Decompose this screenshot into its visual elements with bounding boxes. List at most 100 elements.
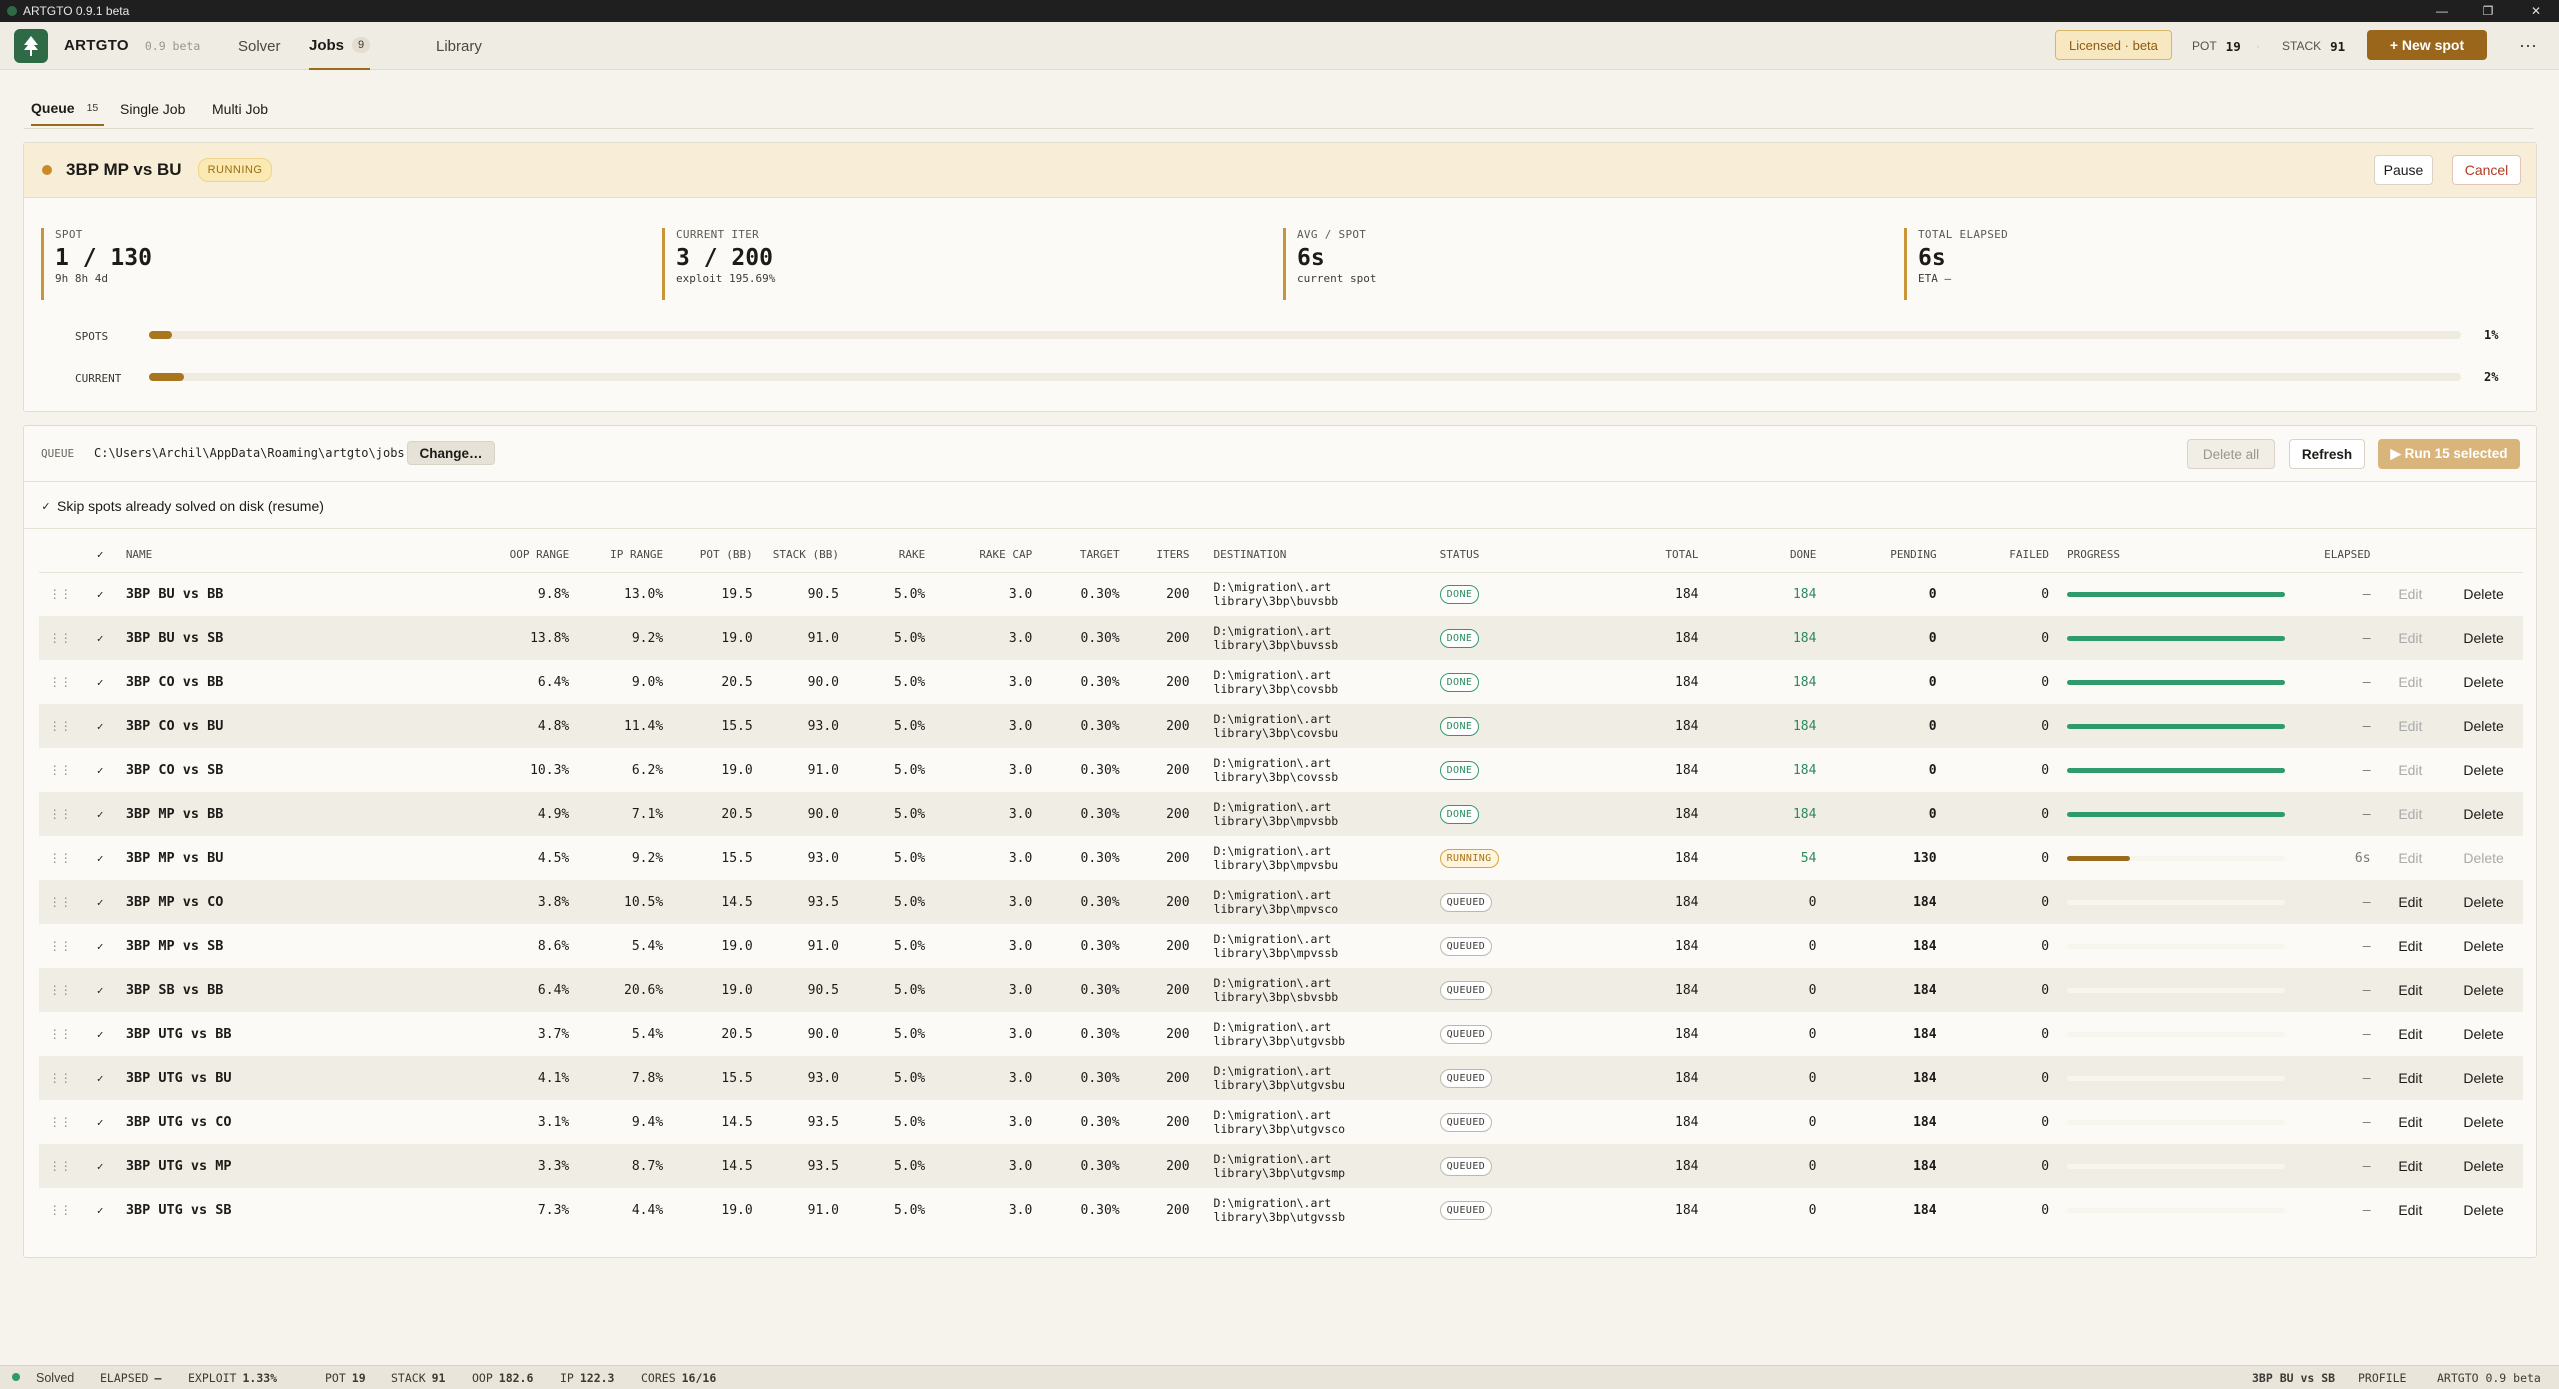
edit-button[interactable]: Edit xyxy=(2376,792,2445,836)
row-checkbox[interactable]: ✓ xyxy=(94,808,106,821)
row-checkbox[interactable]: ✓ xyxy=(94,896,106,909)
row-checkbox[interactable]: ✓ xyxy=(94,588,106,601)
delete-button[interactable]: Delete xyxy=(2444,660,2523,704)
table-row[interactable]: ⋮⋮ ✓ 3BP MP vs CO 3.8% 10.5% 14.5 93.5 5.0% 3.0 0… xyxy=(39,880,2523,924)
column-header[interactable]: IP RANGE xyxy=(575,538,670,573)
table-row[interactable]: ⋮⋮ ✓ 3BP MP vs BU 4.5% 9.2% 15.5 93.0 5.0% 3.0 0.… xyxy=(39,836,2523,880)
delete-button[interactable]: Delete xyxy=(2444,1012,2523,1056)
nav-tab-solver[interactable]: Solver xyxy=(238,22,281,70)
column-header[interactable]: TOTAL xyxy=(1630,538,1705,573)
edit-button[interactable]: Edit xyxy=(2376,704,2445,748)
edit-button[interactable]: Edit xyxy=(2376,616,2445,660)
row-checkbox[interactable]: ✓ xyxy=(94,1072,106,1085)
delete-button[interactable]: Delete xyxy=(2444,1188,2523,1232)
column-header[interactable]: POT (BB) xyxy=(669,538,759,573)
drag-handle-icon[interactable]: ⋮⋮ xyxy=(49,895,72,909)
column-header[interactable]: PENDING xyxy=(1822,538,1943,573)
cancel-button[interactable]: Cancel xyxy=(2452,155,2521,185)
drag-handle-icon[interactable]: ⋮⋮ xyxy=(49,1071,72,1085)
table-row[interactable]: ⋮⋮ ✓ 3BP UTG vs BB 3.7% 5.4% 20.5 90.0 5.0% 3.0 0… xyxy=(39,1012,2523,1056)
row-checkbox[interactable]: ✓ xyxy=(94,764,106,777)
checkbox-icon[interactable]: ✓ xyxy=(40,500,52,513)
table-row[interactable]: ⋮⋮ ✓ 3BP SB vs BB 6.4% 20.6% 19.0 90.5 5.0% 3.0 0… xyxy=(39,968,2523,1012)
column-header[interactable]: PROGRESS xyxy=(2055,538,2313,573)
row-checkbox[interactable]: ✓ xyxy=(94,676,106,689)
minimize-icon[interactable]: — xyxy=(2419,0,2465,22)
new-spot-button[interactable]: + New spot xyxy=(2367,30,2487,60)
column-header[interactable]: DONE xyxy=(1704,538,1823,573)
change-path-button[interactable]: Change… xyxy=(407,441,495,465)
table-row[interactable]: ⋮⋮ ✓ 3BP MP vs SB 8.6% 5.4% 19.0 91.0 5.0% 3.0 0.… xyxy=(39,924,2523,968)
select-all-checkbox[interactable]: ✓ xyxy=(80,538,120,573)
column-header[interactable]: STATUS xyxy=(1433,538,1631,573)
row-checkbox[interactable]: ✓ xyxy=(94,1028,106,1041)
more-menu-icon[interactable]: ··· xyxy=(2514,30,2542,60)
table-row[interactable]: ⋮⋮ ✓ 3BP UTG vs MP 3.3% 8.7% 14.5 93.5 5.0% 3.0 0… xyxy=(39,1144,2523,1188)
drag-handle-icon[interactable]: ⋮⋮ xyxy=(49,851,72,865)
edit-button[interactable]: Edit xyxy=(2376,968,2445,1012)
column-header[interactable]: DESTINATION xyxy=(1195,538,1434,573)
drag-handle-icon[interactable]: ⋮⋮ xyxy=(49,719,72,733)
delete-button[interactable]: Delete xyxy=(2444,792,2523,836)
column-header[interactable]: STACK (BB) xyxy=(758,538,845,573)
edit-button[interactable]: Edit xyxy=(2376,1144,2445,1188)
drag-handle-icon[interactable]: ⋮⋮ xyxy=(49,1159,72,1173)
edit-button[interactable]: Edit xyxy=(2376,1056,2445,1100)
subtab-queue[interactable]: Queue 15 xyxy=(31,92,105,126)
delete-button[interactable]: Delete xyxy=(2444,704,2523,748)
edit-button[interactable]: Edit xyxy=(2377,1100,2445,1144)
column-header[interactable]: NAME xyxy=(119,538,497,573)
column-header[interactable]: FAILED xyxy=(1942,538,2056,573)
delete-all-button[interactable]: Delete all xyxy=(2187,439,2275,469)
table-row[interactable]: ⋮⋮ ✓ 3BP BU vs BB 9.8% 13.0% 19.5 90.5 5.0% 3.0 0… xyxy=(39,572,2523,616)
edit-button[interactable]: Edit xyxy=(2377,748,2445,792)
edit-button[interactable]: Edit xyxy=(2377,836,2445,880)
drag-handle-icon[interactable]: ⋮⋮ xyxy=(49,1027,72,1041)
row-checkbox[interactable]: ✓ xyxy=(94,720,106,733)
row-checkbox[interactable]: ✓ xyxy=(94,1204,106,1217)
delete-button[interactable]: Delete xyxy=(2444,748,2523,792)
drag-handle-icon[interactable]: ⋮⋮ xyxy=(49,939,72,953)
drag-handle-icon[interactable]: ⋮⋮ xyxy=(49,631,72,645)
status-profile[interactable]: PROFILE xyxy=(2358,1371,2406,1385)
drag-handle-icon[interactable]: ⋮⋮ xyxy=(49,763,72,777)
pause-button[interactable]: Pause xyxy=(2374,155,2433,185)
delete-button[interactable]: Delete xyxy=(2444,616,2523,660)
drag-handle-icon[interactable]: ⋮⋮ xyxy=(49,807,72,821)
drag-handle-icon[interactable]: ⋮⋮ xyxy=(49,1203,72,1217)
edit-button[interactable]: Edit xyxy=(2377,660,2445,704)
column-header[interactable]: TARGET xyxy=(1038,538,1126,573)
column-header[interactable]: RAKE CAP xyxy=(931,538,1039,573)
table-row[interactable]: ⋮⋮ ✓ 3BP CO vs SB 10.3% 6.2% 19.0 91.0 5.0% 3.0 0… xyxy=(39,748,2523,792)
refresh-button[interactable]: Refresh xyxy=(2289,439,2365,469)
column-header[interactable]: ITERS xyxy=(1125,538,1196,573)
edit-button[interactable]: Edit xyxy=(2377,1188,2445,1232)
subtab-single-job[interactable]: Single Job xyxy=(120,92,185,126)
row-checkbox[interactable]: ✓ xyxy=(94,984,106,997)
table-row[interactable]: ⋮⋮ ✓ 3BP UTG vs SB 7.3% 4.4% 19.0 91.0 5.0% 3.0 0… xyxy=(39,1188,2523,1232)
row-checkbox[interactable]: ✓ xyxy=(94,1116,106,1129)
table-row[interactable]: ⋮⋮ ✓ 3BP CO vs BB 6.4% 9.0% 20.5 90.0 5.0% 3.0 0.… xyxy=(39,660,2523,704)
drag-handle-icon[interactable]: ⋮⋮ xyxy=(49,675,72,689)
edit-button[interactable]: Edit xyxy=(2376,880,2445,924)
subtab-multi-job[interactable]: Multi Job xyxy=(212,92,268,126)
table-row[interactable]: ⋮⋮ ✓ 3BP UTG vs CO 3.1% 9.4% 14.5 93.5 5.0% 3.0 0… xyxy=(39,1100,2523,1144)
delete-button[interactable]: Delete xyxy=(2444,968,2523,1012)
table-row[interactable]: ⋮⋮ ✓ 3BP BU vs SB 13.8% 9.2% 19.0 91.0 5.0% 3.0 0… xyxy=(39,616,2523,660)
table-row[interactable]: ⋮⋮ ✓ 3BP MP vs BB 4.9% 7.1% 20.5 90.0 5.0% 3.0 0.… xyxy=(39,792,2523,836)
column-header[interactable]: OOP RANGE xyxy=(496,538,576,573)
delete-button[interactable]: Delete xyxy=(2444,836,2523,880)
row-checkbox[interactable]: ✓ xyxy=(94,632,106,645)
row-checkbox[interactable]: ✓ xyxy=(94,852,106,865)
edit-button[interactable]: Edit xyxy=(2377,924,2445,968)
nav-tab-jobs[interactable]: Jobs 9 xyxy=(309,22,371,70)
delete-button[interactable]: Delete xyxy=(2444,572,2523,616)
table-row[interactable]: ⋮⋮ ✓ 3BP CO vs BU 4.8% 11.4% 15.5 93.0 5.0% 3.0 0… xyxy=(39,704,2523,748)
row-checkbox[interactable]: ✓ xyxy=(94,1160,106,1173)
table-row[interactable]: ⋮⋮ ✓ 3BP UTG vs BU 4.1% 7.8% 15.5 93.0 5.0% 3.0 0… xyxy=(39,1056,2523,1100)
drag-handle-icon[interactable]: ⋮⋮ xyxy=(49,983,72,997)
delete-button[interactable]: Delete xyxy=(2444,1100,2523,1144)
maximize-icon[interactable]: ❐ xyxy=(2465,0,2511,22)
column-header[interactable]: ELAPSED xyxy=(2312,538,2377,573)
row-checkbox[interactable]: ✓ xyxy=(94,940,106,953)
